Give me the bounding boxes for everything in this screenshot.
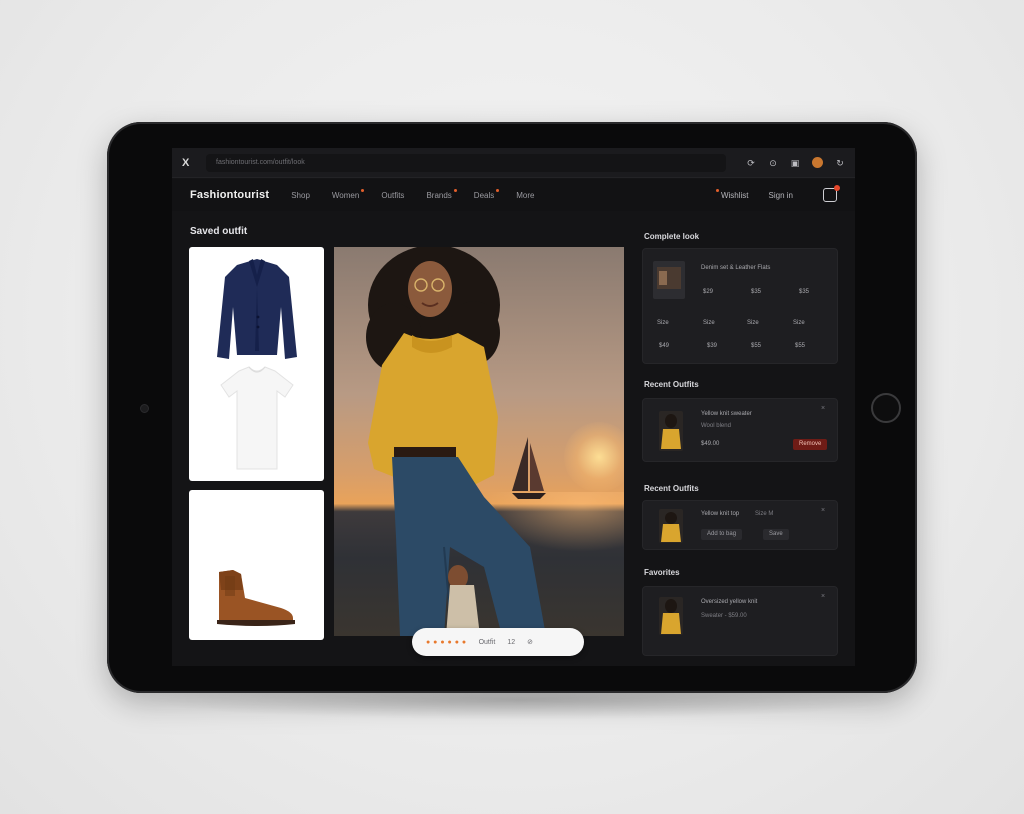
size-4[interactable]: Size [793, 320, 805, 326]
nav-link-outfits[interactable]: Outfits [381, 191, 404, 200]
recent-outfit-card-2[interactable]: Yellow knit top Size M Add to bag Save × [642, 500, 838, 550]
nav-link-deals[interactable]: Deals [473, 188, 500, 200]
refresh-icon[interactable]: ↻ [835, 158, 845, 168]
nav-link-shop[interactable]: Shop [291, 191, 310, 200]
item-name: Yellow knit top [701, 511, 740, 517]
hero-photo[interactable] [334, 247, 624, 636]
product-card-clothing[interactable] [189, 247, 324, 481]
nav-link-brands[interactable]: Brands [426, 188, 457, 200]
section-title: Saved outfit [190, 226, 248, 237]
tab-icon[interactable]: ▣ [790, 158, 800, 168]
favorite-card[interactable]: Oversized yellow knit Sweater - $59.00 × [642, 586, 838, 656]
remove-button[interactable]: Remove [793, 439, 828, 450]
product-thumbnail [659, 597, 683, 635]
screen: X fashiontourist.com/outfit/look ⟳ ⊙ ▣ ↻… [172, 148, 855, 666]
nav-link-women[interactable]: Women [331, 188, 365, 200]
boot-image [217, 570, 295, 626]
top-thumb-art [661, 512, 681, 542]
tshirt-image [220, 366, 294, 470]
lock-icon[interactable]: ⊘ [527, 638, 533, 646]
knit-thumb-art [661, 599, 681, 634]
total-3: $55 [751, 343, 762, 349]
recent-outfits-title-2: Recent Outfits [644, 484, 699, 493]
notification-dot [496, 188, 500, 192]
close-icon[interactable]: × [821, 405, 825, 412]
recent-outfits-title: Recent Outfits [644, 380, 699, 389]
item-name: Denim set & Leather Flats [701, 265, 771, 271]
size-1[interactable]: Size [657, 320, 669, 326]
nav-link-label: Deals [473, 190, 495, 200]
item-subtitle: Wool blend [701, 423, 731, 429]
product-thumbnail [659, 509, 683, 543]
address-bar[interactable]: fashiontourist.com/outfit/look [206, 153, 726, 172]
wishlist-label: Wishlist [720, 190, 749, 200]
avatar[interactable] [812, 157, 823, 168]
product-card-boots[interactable] [189, 490, 324, 640]
close-icon[interactable]: × [821, 593, 825, 600]
notification-dot [361, 188, 365, 192]
outfit-label: Outfit [478, 638, 496, 646]
item-name: Yellow knit sweater [701, 411, 752, 417]
model-illustration [366, 247, 546, 636]
site-logo-icon[interactable]: X [182, 157, 202, 169]
total-1: $49 [659, 343, 670, 349]
bookmark-icon[interactable]: ⊙ [768, 158, 778, 168]
price-3: $35 [799, 289, 810, 295]
complete-look-card[interactable]: Denim set & Leather Flats $29 $35 $35 Si… [642, 248, 838, 364]
add-to-bag-button[interactable]: Add to bag [701, 529, 743, 540]
complete-look-title: Complete look [644, 232, 700, 241]
rating-dots[interactable]: ● ● ● ● ● ● [426, 639, 467, 646]
sign-in-link[interactable]: Sign in [769, 191, 793, 200]
wishlist-link[interactable]: Wishlist [715, 188, 749, 200]
sailboat-image [512, 437, 546, 499]
outfit-rating-bar[interactable]: ● ● ● ● ● ● Outfit 12 ⊘ [412, 628, 584, 656]
sweater-thumb-art [661, 414, 681, 449]
close-icon[interactable]: × [821, 507, 825, 514]
save-button[interactable]: Save [763, 529, 789, 540]
browser-actions: ⟳ ⊙ ▣ ↻ [746, 157, 845, 168]
nav-links: Shop Women Outfits Brands Deals More [291, 188, 534, 200]
site-nav: Fashiontourist Shop Women Outfits Brands… [172, 179, 855, 211]
cart-badge [834, 185, 840, 191]
nav-link-label: Brands [426, 190, 452, 200]
favorites-title: Favorites [644, 568, 680, 577]
recent-outfit-card[interactable]: Yellow knit sweater Wool blend $49.00 Re… [642, 398, 838, 462]
tablet-device: X fashiontourist.com/outfit/look ⟳ ⊙ ▣ ↻… [107, 122, 917, 693]
nav-link-label: Women [331, 190, 360, 200]
item-subtitle: Size M [755, 511, 774, 517]
size-3[interactable]: Size [747, 320, 759, 326]
notification-dot [453, 188, 457, 192]
product-thumb-art [657, 267, 681, 289]
browser-toolbar: X fashiontourist.com/outfit/look ⟳ ⊙ ▣ ↻ [172, 148, 855, 178]
cart-icon[interactable] [823, 185, 840, 202]
camera-lens [140, 404, 149, 413]
total-2: $39 [707, 343, 718, 349]
price-1: $29 [703, 289, 714, 295]
home-button[interactable] [871, 393, 901, 423]
nav-link-more[interactable]: More [516, 191, 534, 200]
brand-logo[interactable]: Fashiontourist [190, 189, 269, 201]
item-subtitle: Sweater - $59.00 [701, 613, 747, 619]
notification-dot [715, 188, 719, 192]
outfit-count: 12 [507, 638, 516, 646]
blazer-image [217, 259, 297, 359]
share-icon[interactable]: ⟳ [746, 158, 756, 168]
size-2[interactable]: Size [703, 320, 715, 326]
product-thumbnail [659, 411, 683, 451]
price-2: $35 [751, 289, 762, 295]
total-4: $55 [795, 343, 806, 349]
item-name: Oversized yellow knit [701, 599, 758, 605]
item-price: $49.00 [701, 441, 720, 447]
nav-right: Wishlist Sign in [715, 185, 840, 202]
product-thumbnail [653, 261, 685, 299]
clothing-illustration [217, 259, 297, 470]
